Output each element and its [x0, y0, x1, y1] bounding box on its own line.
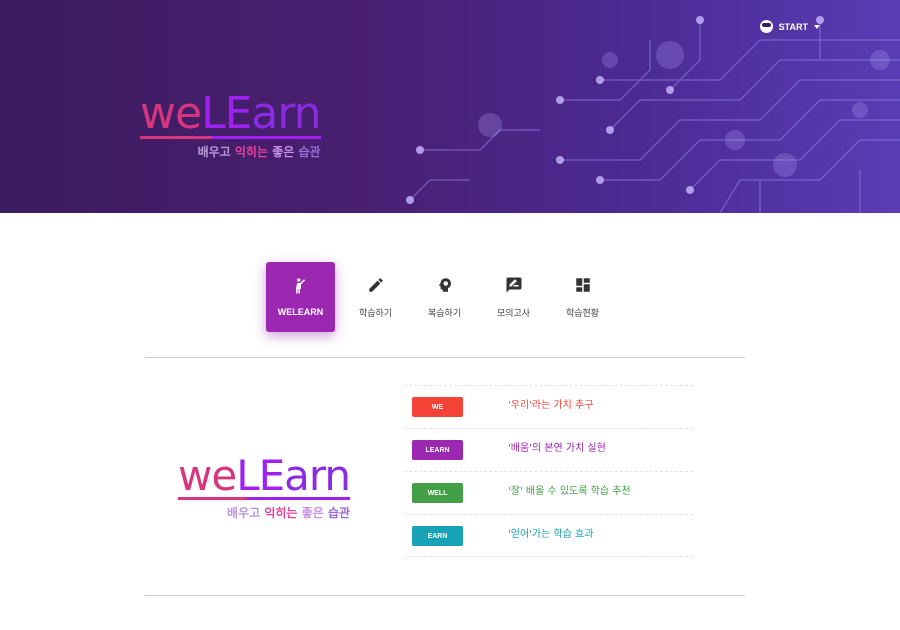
value-text: '배움'의 본연 가치 실현	[508, 443, 606, 454]
brain-head-icon	[438, 277, 451, 292]
logo-underline	[178, 497, 351, 500]
section-divider	[145, 357, 745, 358]
value-badge: LEARN	[412, 440, 463, 460]
list-item: LEARN '배움'의 본연 가치 실현	[404, 428, 693, 471]
hero-banner: START weLEarn 배우고 익히는 좋은 습관	[0, 0, 900, 213]
logo-tagline: 배우고 익히는 좋은 습관	[227, 506, 351, 520]
value-text: '우리'라는 가치 추구	[508, 400, 594, 411]
tab-study[interactable]: 학습하기	[347, 262, 404, 332]
tab-label: WELEARN	[277, 307, 324, 317]
caret-down-icon	[814, 24, 820, 29]
tab-label: 학습현황	[565, 307, 600, 318]
list-item: WE '우리'라는 가치 추구	[404, 385, 693, 428]
chat-edit-icon	[506, 277, 521, 292]
logo-wordmark: weLEarn	[178, 451, 351, 500]
logo-wordmark: weLEarn	[140, 88, 322, 139]
user-face-icon	[759, 20, 773, 33]
logo-underline	[140, 136, 321, 139]
tab-welearn[interactable]: WELEARN	[266, 262, 335, 332]
pencil-icon	[368, 277, 383, 292]
tab-label: 복습하기	[427, 307, 462, 318]
section-divider	[145, 595, 745, 596]
person-raising-hand-icon	[295, 278, 305, 294]
value-badge: WE	[412, 397, 463, 417]
list-item: EARN '얻어'가는 학습 효과	[404, 514, 693, 557]
tab-label: 학습하기	[358, 307, 393, 318]
start-menu-button[interactable]: START	[759, 20, 820, 33]
main-tabs: WELEARN 학습하기 복습하기 모의고사 학습현황	[266, 262, 611, 332]
start-label: START	[778, 21, 808, 32]
value-text: '잘' 배울 수 있도록 학습 추천	[508, 486, 631, 497]
value-badge: EARN	[412, 526, 463, 546]
tab-review[interactable]: 복습하기	[416, 262, 473, 332]
dashboard-icon	[575, 277, 590, 292]
value-text: '얻어'가는 학습 효과	[508, 529, 594, 540]
list-item: WELL '잘' 배울 수 있도록 학습 추천	[404, 471, 693, 514]
values-list: WE '우리'라는 가치 추구 LEARN '배움'의 본연 가치 실현 WEL…	[404, 385, 693, 557]
content-logo: weLEarn 배우고 익히는 좋은 습관	[178, 451, 351, 521]
hero-logo: weLEarn 배우고 익히는 좋은 습관	[140, 88, 322, 160]
value-badge: WELL	[412, 483, 463, 503]
tab-mock-exam[interactable]: 모의고사	[485, 262, 542, 332]
logo-tagline: 배우고 익히는 좋은 습관	[197, 145, 321, 159]
tab-progress[interactable]: 학습현황	[554, 262, 611, 332]
tab-label: 모의고사	[496, 307, 531, 318]
